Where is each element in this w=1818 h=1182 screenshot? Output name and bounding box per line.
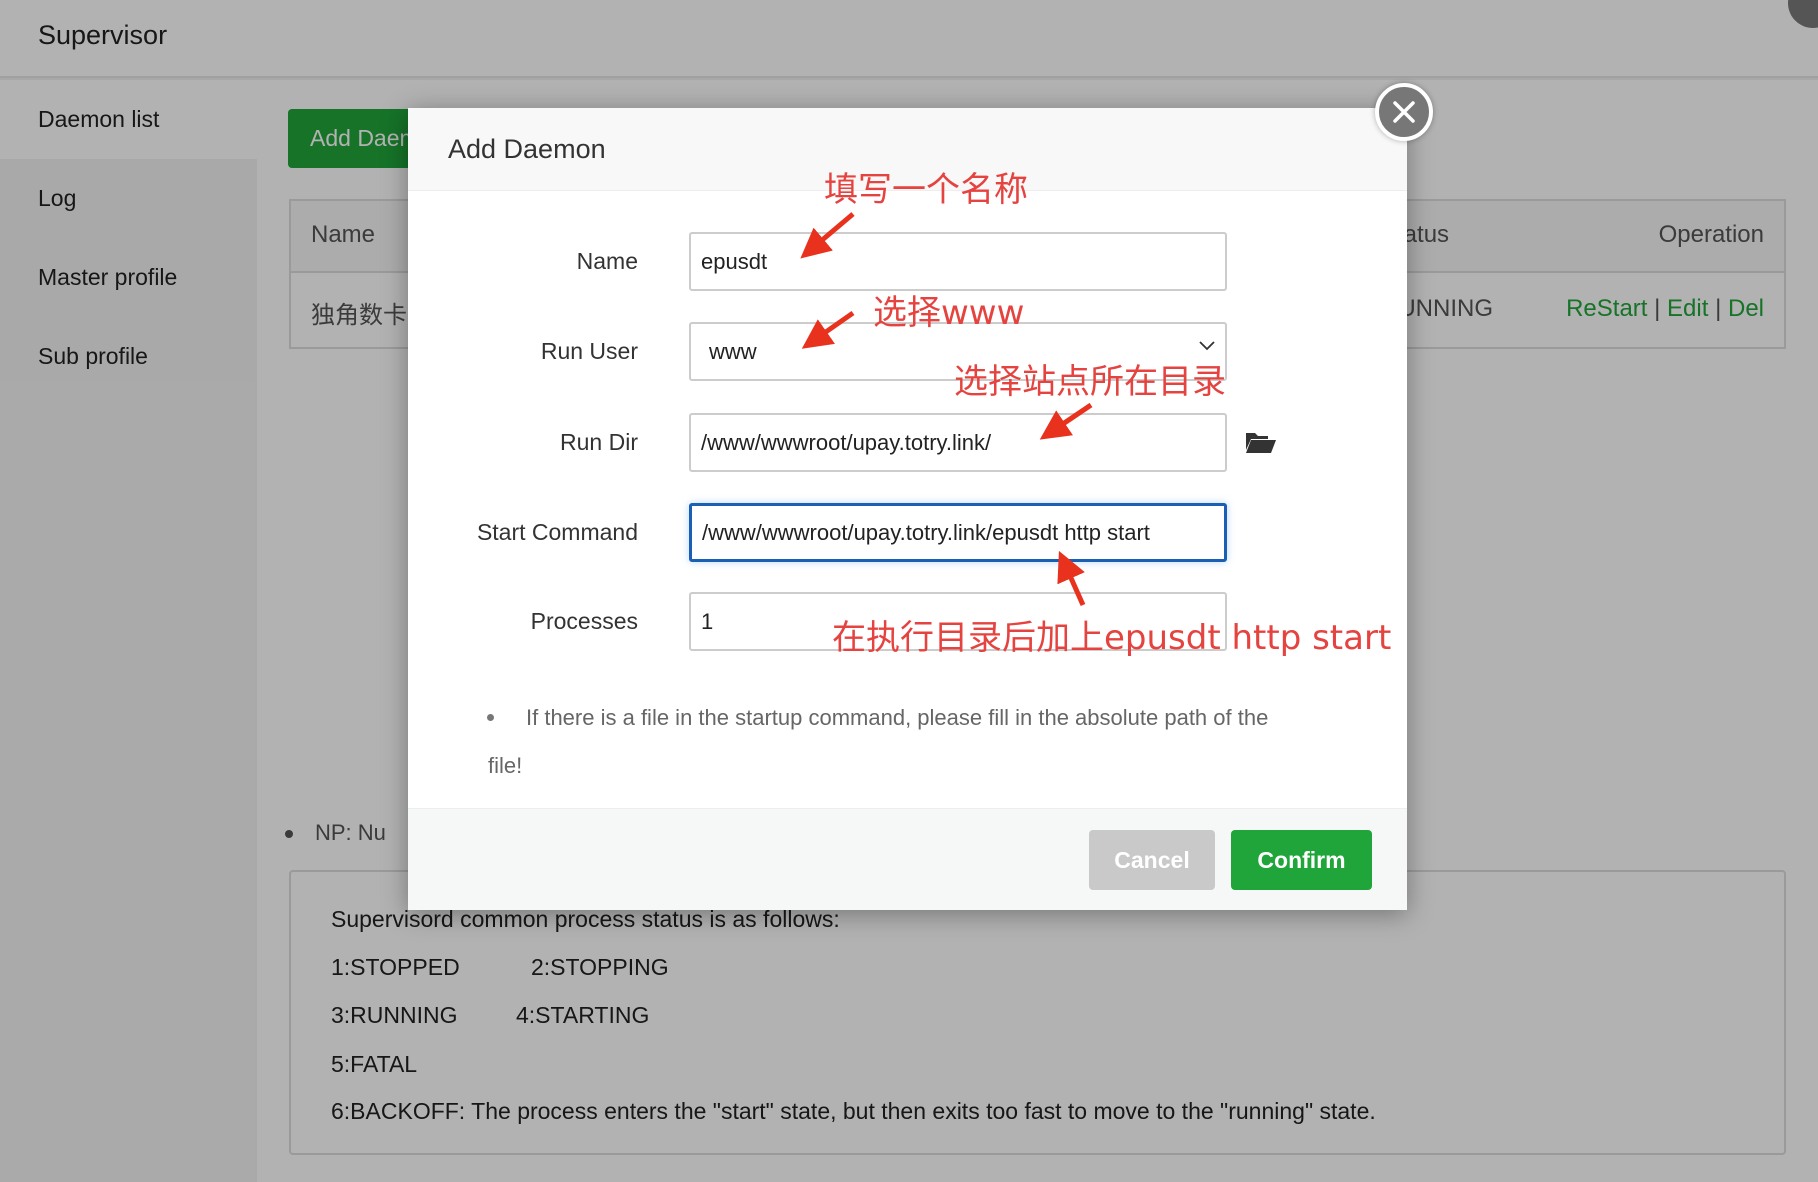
bullet-icon xyxy=(487,714,494,721)
run-dir-input[interactable] xyxy=(689,413,1227,472)
name-label: Name xyxy=(576,248,638,274)
processes-label: Processes xyxy=(530,608,638,634)
note-text-line2: file! xyxy=(488,753,523,778)
annotation-run-dir: 选择站点所在目录 xyxy=(954,362,1226,402)
folder-open-icon[interactable] xyxy=(1245,430,1277,454)
chevron-down-icon xyxy=(1199,341,1215,351)
add-daemon-dialog: Add Daemon Name Run User www Run Dir Sta… xyxy=(408,108,1407,910)
annotation-name: 填写一个名称 xyxy=(824,170,1028,210)
annotation-run-user: 选择www xyxy=(873,293,1025,333)
annotation-start-command: 在执行目录后加上epusdt http start xyxy=(832,618,1392,658)
dialog-title: Add Daemon xyxy=(448,134,606,164)
start-command-input[interactable] xyxy=(689,503,1227,562)
start-command-label: Start Command xyxy=(476,519,638,545)
confirm-button[interactable]: Confirm xyxy=(1231,830,1372,890)
dialog-close-button[interactable] xyxy=(1375,83,1433,141)
note-text-line1: If there is a file in the startup comman… xyxy=(526,705,1269,730)
run-user-label: Run User xyxy=(540,338,638,364)
close-icon xyxy=(1393,101,1415,123)
run-dir-label: Run Dir xyxy=(560,429,638,455)
cancel-button[interactable]: Cancel xyxy=(1089,830,1215,890)
name-input[interactable] xyxy=(689,232,1227,291)
